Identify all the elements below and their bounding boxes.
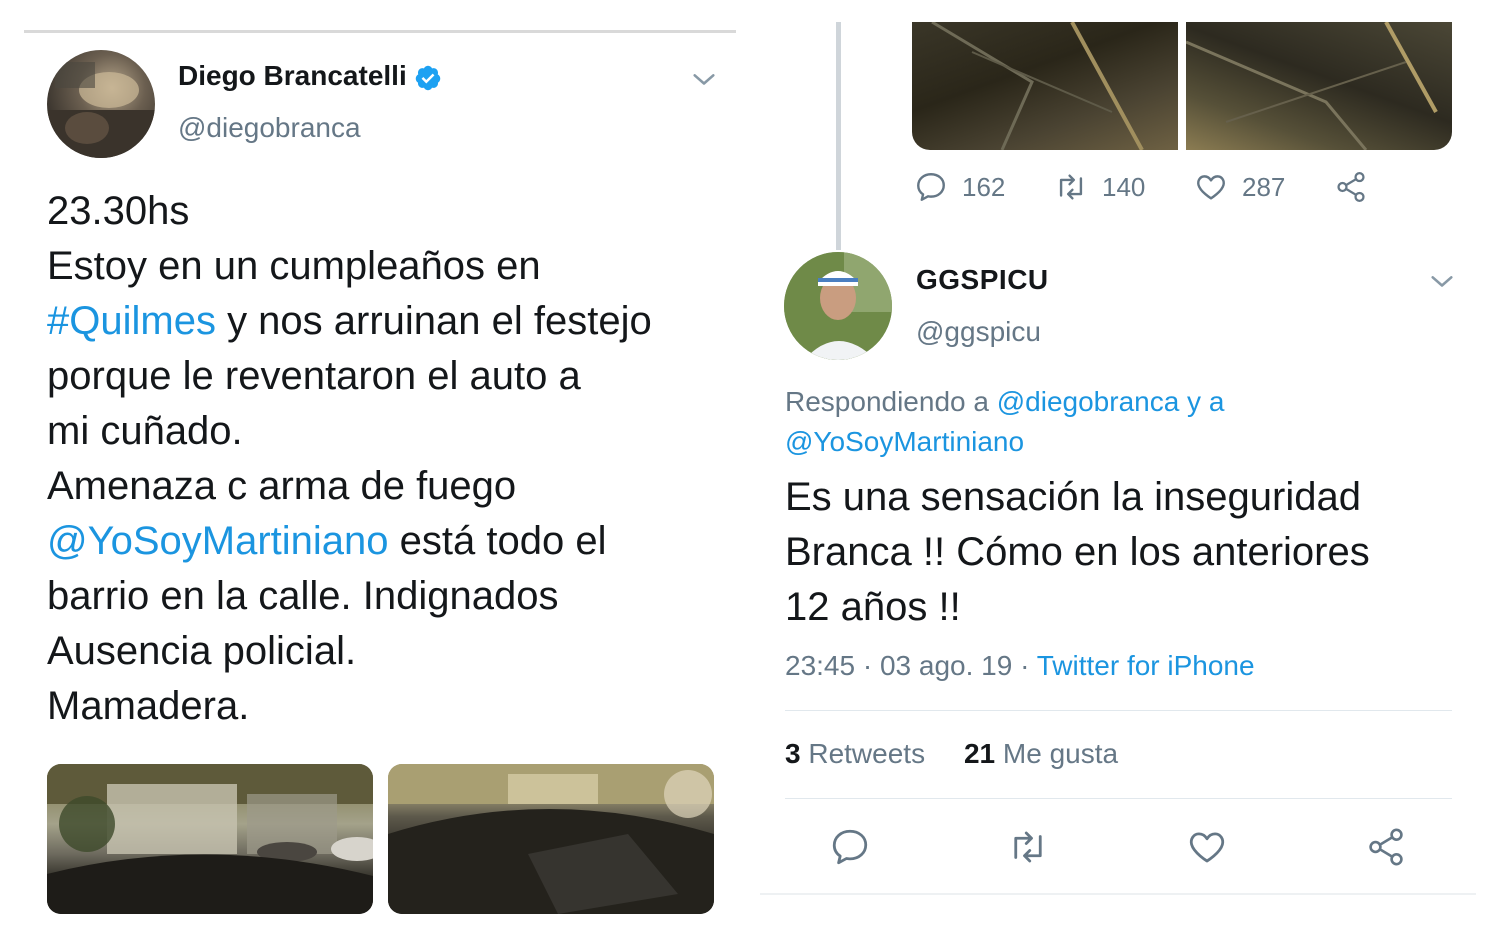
tweet-line: Estoy en un cumpleaños en <box>47 244 541 288</box>
tweet-meta: 23:45 · 03 ago. 19 · Twitter for iPhone <box>785 650 1255 682</box>
divider <box>785 710 1452 711</box>
tweet-stats: 3 Retweets 21 Me gusta <box>785 738 1118 770</box>
tweet-line-text: y nos arruinan el festejo <box>215 299 652 343</box>
mention-link[interactable]: @YoSoyMartiniano <box>785 426 1024 457</box>
meta-separator: · <box>855 650 880 681</box>
tweet-line: Ausencia policial. <box>47 629 357 673</box>
replying-prefix: Respondiendo a <box>785 386 997 417</box>
reply-action[interactable]: 162 <box>914 170 1005 204</box>
divider <box>785 798 1452 799</box>
likes-stat[interactable]: 21 Me gusta <box>964 738 1118 769</box>
share-icon <box>1337 171 1365 203</box>
verified-badge-icon <box>415 65 441 91</box>
top-divider <box>24 30 736 33</box>
photo-car-scene <box>388 764 714 914</box>
tweet-line: barrio en la calle. Indignados <box>47 574 559 618</box>
retweet-count: 140 <box>1102 171 1146 202</box>
tweet-line-text: está todo el <box>388 519 607 563</box>
mention-link[interactable]: @YoSoyMartiniano <box>47 519 389 563</box>
heart-icon <box>1197 175 1225 200</box>
tweet-photo[interactable] <box>47 764 373 914</box>
mention-link[interactable]: @diegobranca <box>997 386 1180 417</box>
like-action[interactable]: 287 <box>1194 170 1285 204</box>
tweet-time[interactable]: 23:45 <box>785 650 855 681</box>
tweet-line: Branca !! Cómo en los anteriores <box>785 530 1370 574</box>
retweets-label: Retweets <box>800 738 926 769</box>
reply-count: 162 <box>962 171 1006 202</box>
tweet-line: Mamadera. <box>47 684 250 728</box>
chevron-down-icon[interactable] <box>690 66 718 94</box>
tweet-line: porque le reventaron el auto a <box>47 354 581 398</box>
tweet-source-link[interactable]: Twitter for iPhone <box>1037 650 1255 681</box>
tweet-line: 23.30hs <box>47 189 190 233</box>
tweet-line: Es una sensación la inseguridad <box>785 475 1361 519</box>
tweet-text: Es una sensación la inseguridad Branca !… <box>785 470 1465 635</box>
hashtag-link[interactable]: #Quilmes <box>47 299 216 343</box>
replying-mid[interactable]: y a <box>1179 386 1224 417</box>
tweet-line: Amenaza c arma de fuego <box>47 464 517 508</box>
bottom-divider <box>760 893 1476 895</box>
tweet-line: 12 años !! <box>785 585 961 629</box>
heart-icon[interactable] <box>1186 826 1228 868</box>
tweet-line: #Quilmes y nos arruinan el festejo <box>47 294 737 349</box>
retweets-count: 3 <box>785 738 801 769</box>
reply-icon <box>917 173 945 201</box>
tweet-text: 23.30hs Estoy en un cumpleaños en #Quilm… <box>47 184 737 734</box>
tweet-photo[interactable] <box>1186 22 1452 150</box>
avatar[interactable] <box>784 252 892 360</box>
tweet-line: mi cuñado. <box>47 409 243 453</box>
meta-separator: · <box>1012 650 1037 681</box>
retweets-stat[interactable]: 3 Retweets <box>785 738 925 769</box>
likes-count: 21 <box>963 738 996 769</box>
tweet-photo[interactable] <box>388 764 714 914</box>
author-handle[interactable]: @diegobranca <box>178 112 361 144</box>
retweet-action[interactable]: 140 <box>1054 170 1145 204</box>
tweet-date[interactable]: 03 ago. 19 <box>880 650 1012 681</box>
photo-broken-window <box>1186 22 1438 150</box>
author-name[interactable]: GGSPICU <box>916 264 1049 296</box>
like-count: 287 <box>1242 171 1286 202</box>
avatar-photo <box>47 62 155 158</box>
author-handle[interactable]: @ggspicu <box>916 316 1041 348</box>
retweet-icon <box>1059 174 1083 200</box>
author-name[interactable]: Diego Brancatelli <box>178 60 407 92</box>
reply-icon[interactable] <box>829 826 871 868</box>
share-icon[interactable] <box>1365 826 1407 868</box>
likes-label: Me gusta <box>995 738 1119 769</box>
replying-to: Respondiendo a @diegobranca y a @YoSoyMa… <box>785 382 1445 462</box>
avatar[interactable] <box>47 50 155 158</box>
share-action[interactable] <box>1334 170 1382 204</box>
photo-street-scene <box>47 764 373 914</box>
tweet-line: @YoSoyMartiniano está todo el <box>47 514 737 569</box>
chevron-down-icon[interactable] <box>1428 268 1456 296</box>
thread-connector <box>836 22 841 250</box>
photo-broken-window <box>931 22 1144 150</box>
tweet-photo[interactable] <box>912 22 1178 150</box>
avatar-photo <box>784 252 892 360</box>
retweet-icon[interactable] <box>1007 826 1049 868</box>
